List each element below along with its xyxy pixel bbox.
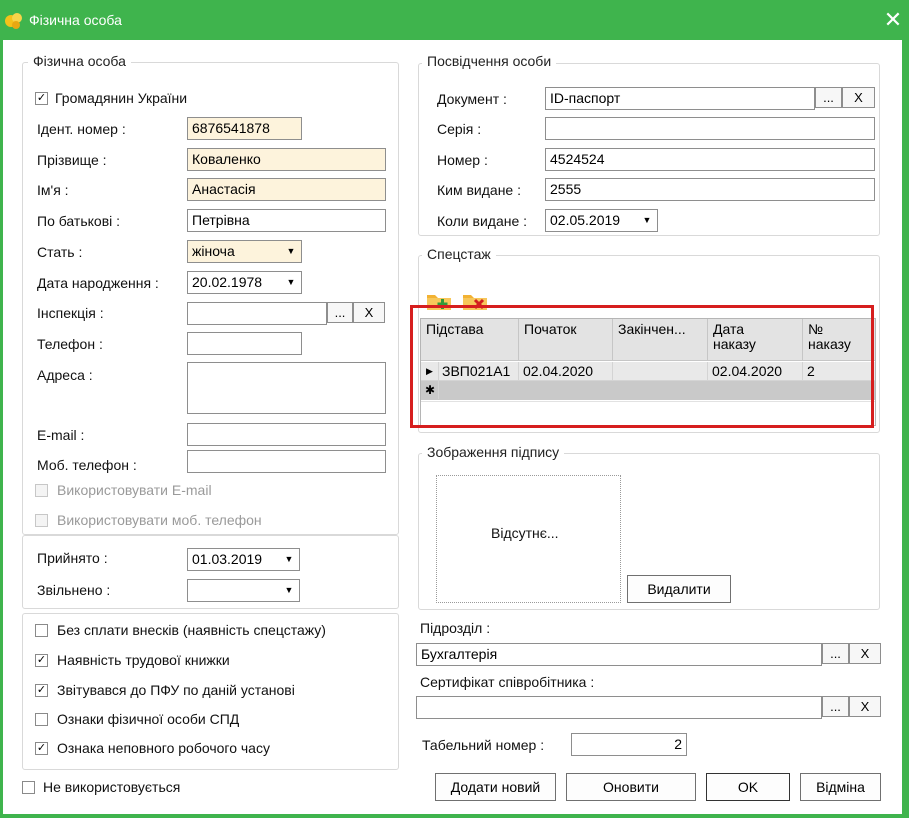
flag-checkbox-no-contributions[interactable] bbox=[35, 624, 48, 637]
flag-checkbox-work-book[interactable]: ✓ bbox=[35, 654, 48, 667]
hired-label: Прийнято : bbox=[37, 550, 108, 566]
certificate-clear-button[interactable]: X bbox=[849, 696, 881, 717]
number-input[interactable]: 4524524 bbox=[545, 148, 875, 171]
mobile-input[interactable] bbox=[187, 450, 386, 473]
cancel-button[interactable]: Відміна bbox=[800, 773, 881, 801]
refresh-button[interactable]: Оновити bbox=[566, 773, 696, 801]
close-icon[interactable]: ✕ bbox=[881, 8, 905, 32]
not-used-checkbox[interactable] bbox=[22, 781, 35, 794]
certificate-browse-button[interactable]: ... bbox=[822, 696, 849, 717]
highlight-box bbox=[410, 305, 874, 428]
phone-input[interactable] bbox=[187, 332, 302, 355]
inspection-browse-button[interactable]: ... bbox=[327, 302, 353, 323]
signature-legend: Зображення підпису bbox=[422, 444, 565, 460]
gender-value: жіноча bbox=[192, 243, 235, 259]
ok-button[interactable]: OK bbox=[706, 773, 790, 801]
delete-signature-button[interactable]: Видалити bbox=[627, 575, 731, 603]
gender-label: Стать : bbox=[37, 244, 83, 260]
department-input[interactable]: Бухгалтерія bbox=[416, 643, 822, 666]
email-label: E-mail : bbox=[37, 427, 85, 443]
gender-select[interactable]: жіноча ▼ bbox=[187, 240, 302, 263]
chevron-down-icon[interactable]: ▼ bbox=[281, 272, 301, 293]
special-legend: Спецстаж bbox=[422, 246, 496, 262]
person-legend: Фізична особа bbox=[28, 53, 131, 69]
email-input[interactable] bbox=[187, 423, 386, 446]
window-frame-left bbox=[0, 40, 3, 818]
patronymic-input[interactable]: Петрівна bbox=[187, 209, 386, 232]
ident-label: Ідент. номер : bbox=[37, 121, 126, 137]
fired-date-picker[interactable]: ▼ bbox=[187, 579, 300, 602]
document-label: Документ : bbox=[437, 91, 507, 107]
department-clear-button[interactable]: X bbox=[849, 643, 881, 664]
flag-label-work-book: Наявність трудової книжки bbox=[57, 652, 230, 668]
flag-label-part-time: Ознака неповного робочого часу bbox=[57, 740, 270, 756]
surname-label: Прізвище : bbox=[37, 152, 107, 168]
tab-number-label: Табельний номер : bbox=[422, 737, 545, 753]
chevron-down-icon[interactable]: ▼ bbox=[279, 549, 299, 570]
name-label: Ім'я : bbox=[37, 182, 69, 198]
inspection-clear-button[interactable]: X bbox=[353, 302, 385, 323]
flag-checkbox-part-time[interactable]: ✓ bbox=[35, 742, 48, 755]
flag-label-spd: Ознаки фізичної особи СПД bbox=[57, 711, 240, 727]
birthdate-picker[interactable]: 20.02.1978 ▼ bbox=[187, 271, 302, 294]
number-label: Номер : bbox=[437, 152, 488, 168]
use-mobile-label: Використовувати моб. телефон bbox=[57, 512, 262, 528]
certificate-input[interactable] bbox=[416, 696, 822, 719]
hired-value: 01.03.2019 bbox=[192, 551, 263, 567]
use-mobile-checkbox[interactable] bbox=[35, 514, 48, 527]
ident-input[interactable]: 6876541878 bbox=[187, 117, 302, 140]
app-icon bbox=[4, 11, 24, 31]
add-new-button[interactable]: Додати новий bbox=[435, 773, 556, 801]
window-title: Фізична особа bbox=[29, 12, 122, 28]
use-email-checkbox[interactable] bbox=[35, 484, 48, 497]
issued-by-input[interactable]: 2555 bbox=[545, 178, 875, 201]
issued-on-picker[interactable]: 02.05.2019 ▼ bbox=[545, 209, 658, 232]
window-frame-right bbox=[902, 40, 909, 818]
citizen-checkbox[interactable]: ✓ bbox=[35, 92, 48, 105]
document-browse-button[interactable]: ... bbox=[815, 87, 842, 108]
phone-label: Телефон : bbox=[37, 336, 103, 352]
flag-label-pfu-report: Звітувався до ПФУ по даній установі bbox=[57, 682, 295, 698]
inspection-input[interactable] bbox=[187, 302, 327, 325]
birthdate-value: 20.02.1978 bbox=[192, 274, 263, 290]
surname-input[interactable]: Коваленко bbox=[187, 148, 386, 171]
series-input[interactable] bbox=[545, 117, 875, 140]
issued-by-label: Ким видане : bbox=[437, 182, 521, 198]
address-textarea[interactable] bbox=[187, 362, 386, 414]
hired-date-picker[interactable]: 01.03.2019 ▼ bbox=[187, 548, 300, 571]
department-browse-button[interactable]: ... bbox=[822, 643, 849, 664]
address-label: Адреса : bbox=[37, 367, 93, 383]
tab-number-input[interactable]: 2 bbox=[571, 733, 687, 756]
inspection-label: Інспекція : bbox=[37, 305, 104, 321]
patronymic-label: По батькові : bbox=[37, 213, 121, 229]
id-doc-legend: Посвідчення особи bbox=[422, 53, 557, 69]
chevron-down-icon[interactable]: ▼ bbox=[281, 241, 301, 262]
series-label: Серія : bbox=[437, 121, 482, 137]
name-input[interactable]: Анастасія bbox=[187, 178, 386, 201]
citizen-label: Громадянин України bbox=[55, 90, 188, 106]
not-used-label: Не використовується bbox=[43, 779, 181, 795]
signature-placeholder: Відсутнє... bbox=[491, 525, 559, 541]
mobile-label: Моб. телефон : bbox=[37, 457, 137, 473]
chevron-down-icon[interactable]: ▼ bbox=[637, 210, 657, 231]
issued-on-value: 02.05.2019 bbox=[550, 212, 621, 228]
flag-checkbox-spd[interactable] bbox=[35, 713, 48, 726]
issued-on-label: Коли видане : bbox=[437, 213, 528, 229]
department-label: Підрозділ : bbox=[420, 620, 491, 636]
certificate-label: Сертифікат співробітника : bbox=[420, 674, 595, 690]
flag-checkbox-pfu-report[interactable]: ✓ bbox=[35, 684, 48, 697]
fired-label: Звільнено : bbox=[37, 582, 111, 598]
document-clear-button[interactable]: X bbox=[842, 87, 875, 108]
window-frame-bottom bbox=[0, 814, 909, 818]
use-email-label: Використовувати E-mail bbox=[57, 482, 212, 498]
chevron-down-icon[interactable]: ▼ bbox=[279, 580, 299, 601]
document-input[interactable]: ID-паспорт bbox=[545, 87, 815, 110]
birthdate-label: Дата народження : bbox=[37, 275, 159, 291]
flag-label-no-contributions: Без сплати внесків (наявність спецстажу) bbox=[57, 622, 326, 638]
title-bar bbox=[0, 0, 909, 40]
